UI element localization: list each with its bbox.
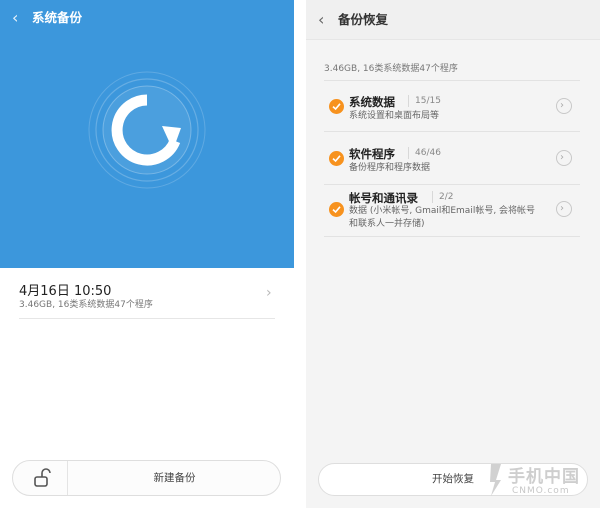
page-title: 备份恢复 — [338, 12, 389, 27]
item-count: 2/2 — [432, 191, 453, 203]
watermark-url: CNMO.com — [512, 486, 570, 496]
back-chevron-left-icon[interactable]: ‹ — [12, 8, 28, 28]
bottom-action-bar: 新建备份 — [12, 460, 281, 496]
item-name: 帐号和通讯录 — [349, 191, 418, 205]
chevron-right-icon[interactable]: › — [266, 284, 280, 302]
page-title: 系统备份 — [32, 10, 83, 25]
item-description: 备份程序和程序数据 — [349, 163, 431, 173]
unlock-icon[interactable] — [13, 461, 68, 495]
checked-icon[interactable] — [329, 99, 344, 114]
item-name: 软件程序 — [349, 147, 395, 161]
divider — [19, 318, 275, 319]
watermark-logo: 手机中国 CNMO.com — [488, 458, 596, 504]
divider — [324, 236, 580, 237]
back-chevron-left-icon[interactable]: ‹ — [318, 10, 334, 30]
checked-icon[interactable] — [329, 202, 344, 217]
backup-info: 3.46GB, 16类系统数据47个程序 — [19, 300, 153, 310]
watermark-brand: 手机中国 — [508, 467, 580, 487]
new-backup-button[interactable]: 新建备份 — [69, 461, 280, 495]
hero-banner: ‹ 系统备份 — [0, 0, 294, 268]
restore-item-accounts-contacts[interactable]: 帐号和通讯录 2/2 数据 (小米帐号, Gmail和Email帐号, 会将帐号… — [324, 190, 580, 236]
chevron-right-circle-icon[interactable]: › — [556, 150, 572, 166]
chevron-right-circle-icon[interactable]: › — [556, 98, 572, 114]
backup-summary: 3.46GB, 16类系统数据47个程序 — [324, 64, 458, 74]
item-description: 系统设置和桌面布局等 — [349, 111, 440, 121]
header-bar: ‹ 备份恢复 — [306, 0, 600, 40]
left-screen-backup: ‹ 系统备份 4月16日 10:50 3.46GB, 16类系统数据47个程序 … — [0, 0, 294, 508]
item-count: 46/46 — [408, 147, 441, 159]
item-count: 15/15 — [408, 95, 441, 107]
checked-icon[interactable] — [329, 151, 344, 166]
right-screen-restore: ‹ 备份恢复 3.46GB, 16类系统数据47个程序 系统数据 15/15 系… — [306, 0, 600, 508]
divider — [324, 80, 580, 81]
item-description: 数据 (小米帐号, Gmail和Email帐号, 会将帐号和联系人一并存储) — [349, 206, 536, 229]
restore-item-apps[interactable]: 软件程序 46/46 备份程序和程序数据 › — [324, 146, 580, 182]
chevron-right-circle-icon[interactable]: › — [556, 201, 572, 217]
restore-item-system-data[interactable]: 系统数据 15/15 系统设置和桌面布局等 › — [324, 94, 580, 130]
item-name: 系统数据 — [349, 95, 395, 109]
divider — [324, 184, 580, 185]
backup-restore-logo-icon — [87, 70, 207, 190]
divider — [324, 131, 580, 132]
